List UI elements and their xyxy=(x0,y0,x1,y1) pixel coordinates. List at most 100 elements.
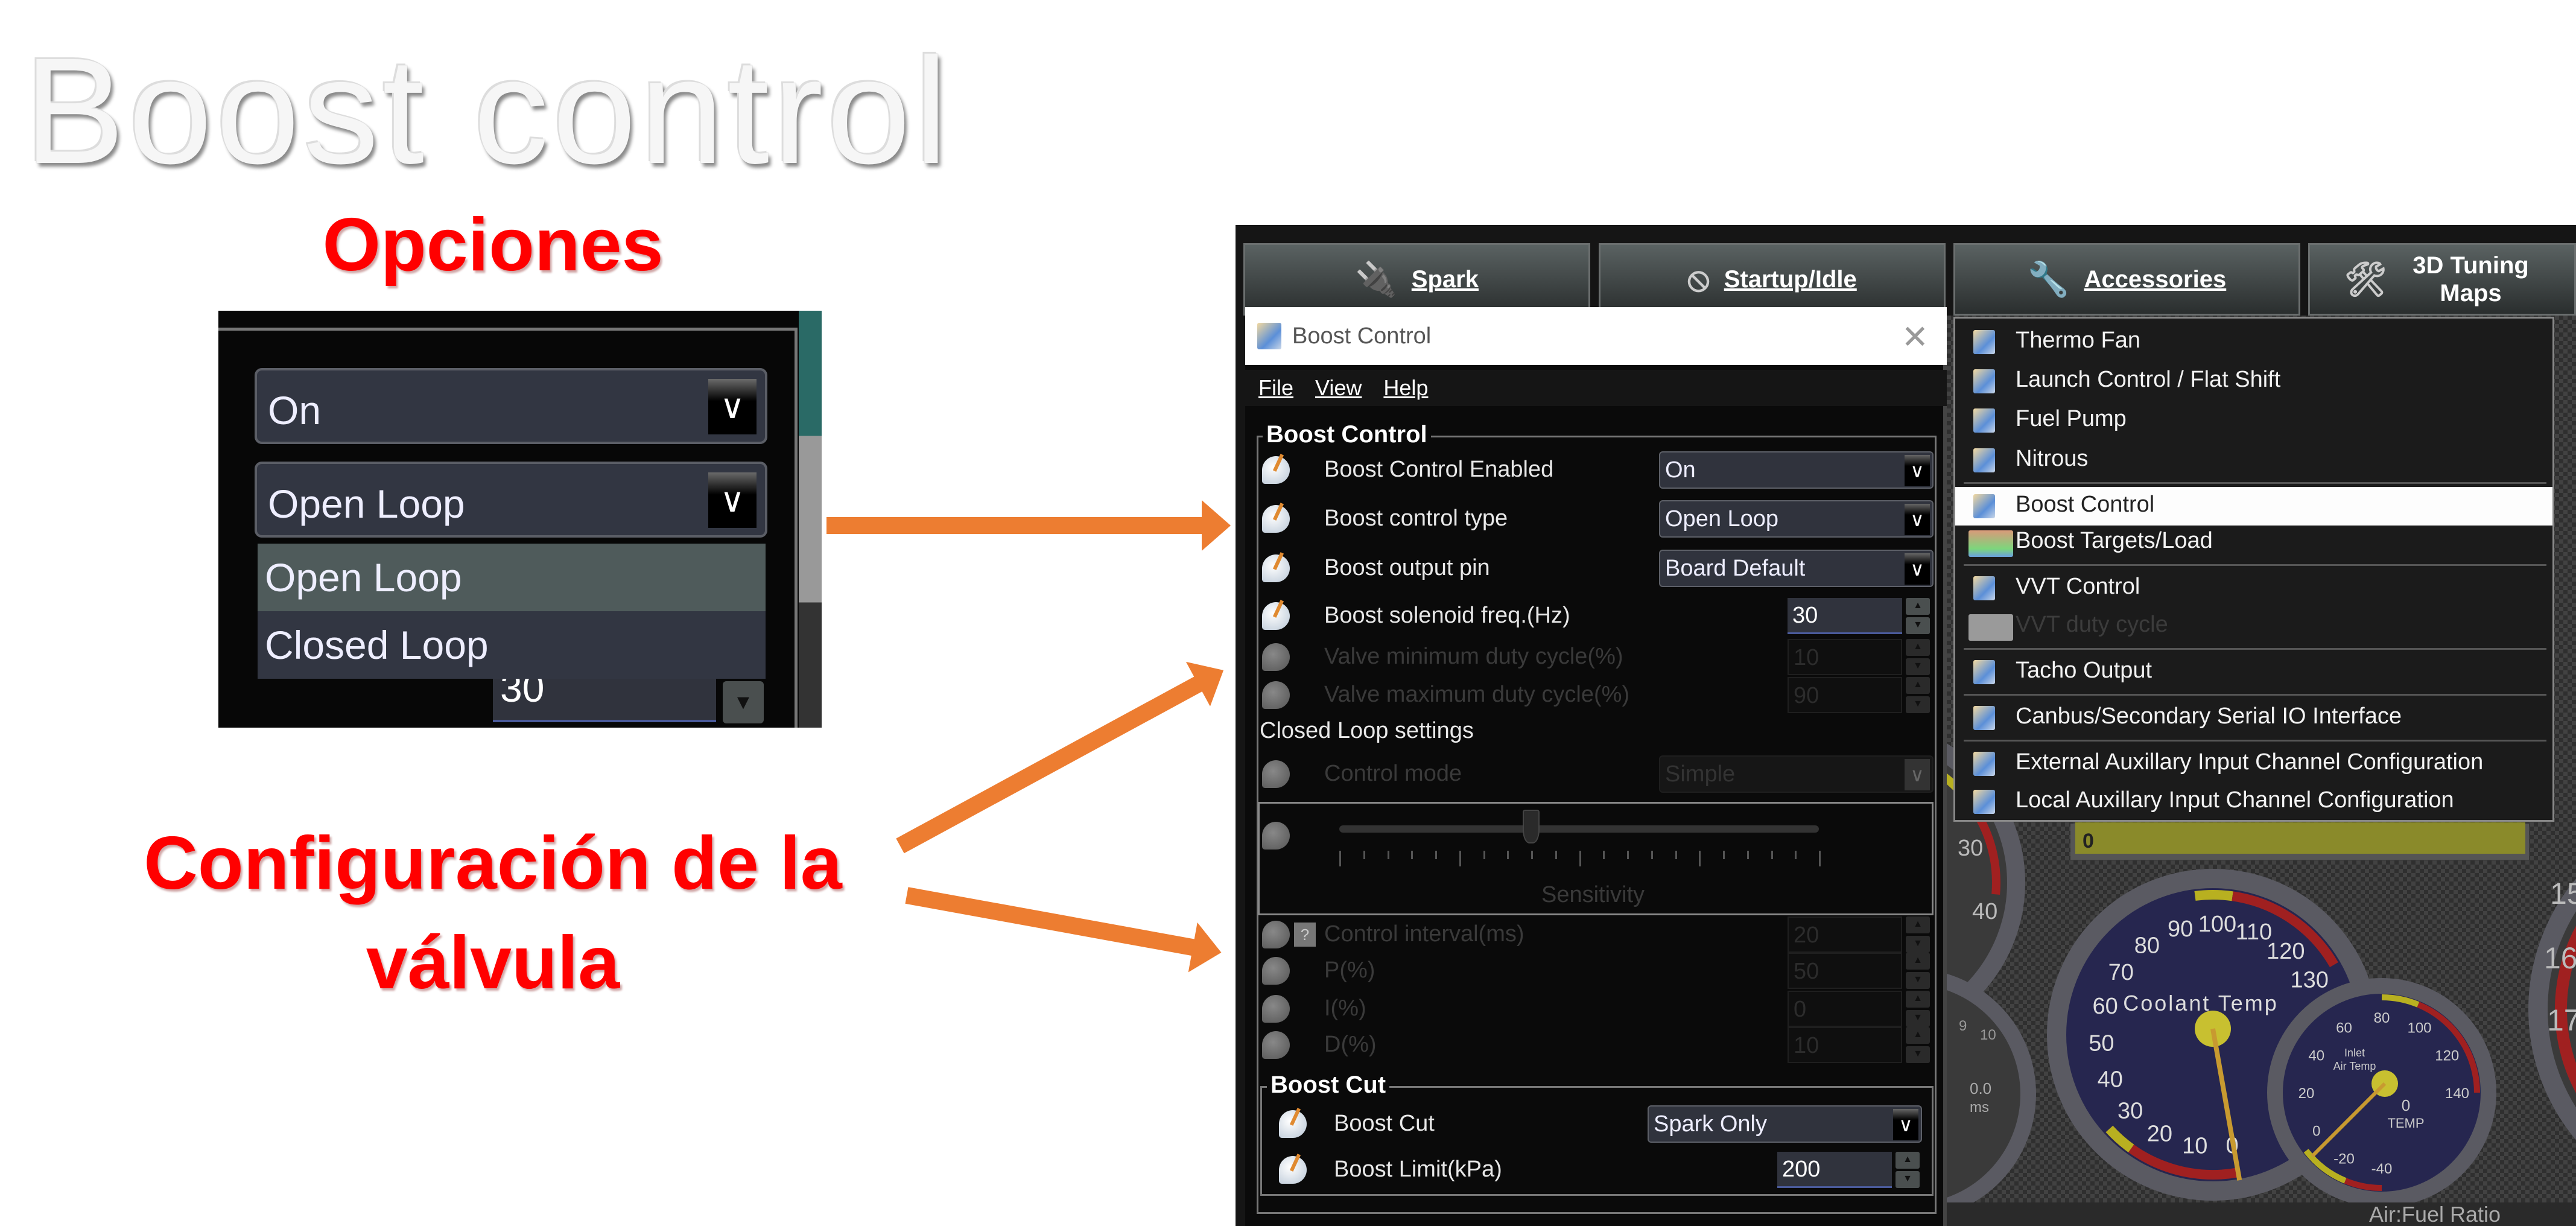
spinner[interactable]: ▲ ▼ xyxy=(1896,1152,1920,1188)
slider-tick xyxy=(1435,851,1437,859)
wrench-gear-icon: 🔧 xyxy=(2027,260,2070,299)
enabled-select[interactable]: On ∨ xyxy=(255,368,767,444)
afr-gauge-tick: 17 xyxy=(2547,1003,2576,1037)
menu-item-thermo-fan[interactable]: Thermo Fan xyxy=(1955,323,2552,361)
spin-down-icon[interactable]: ▼ xyxy=(1896,1171,1920,1188)
row-input[interactable]: 30 xyxy=(1788,598,1902,634)
row-input: 50 xyxy=(1788,953,1902,989)
menu-item-label: External Auxillary Input Channel Configu… xyxy=(2016,749,2484,775)
chevron-down-icon[interactable]: ∨ xyxy=(1905,553,1930,585)
menu-item-local-auxillary-input-channel-configuration[interactable]: Local Auxillary Input Channel Configurat… xyxy=(1955,783,2552,821)
settings-dialog-icon xyxy=(1973,790,1995,814)
option-open-loop[interactable]: Open Loop xyxy=(258,544,766,611)
row-select[interactable]: Board Default ∨ xyxy=(1659,550,1934,587)
toolbar-button-label: 3D Tuning Maps xyxy=(2413,252,2529,306)
spin-up-icon: ▲ xyxy=(1906,953,1930,970)
menu-file[interactable]: File xyxy=(1258,375,1293,401)
row-label: I(%) xyxy=(1324,996,1366,1021)
enabled-value: On xyxy=(268,388,322,433)
menu-item-boost-targets-load[interactable]: Boost Targets/Load xyxy=(1955,523,2552,562)
spin-up-icon[interactable]: ▲ xyxy=(1906,598,1930,615)
options-inset: On ∨ Open Loop ∨ Open Loop Closed Loop 30 … xyxy=(218,311,822,728)
type-value: Open Loop xyxy=(268,481,465,526)
inlet-tick: 120 xyxy=(2435,1048,2459,1064)
select-value: Simple xyxy=(1665,761,1736,787)
spark-plug-icon: 🔌 xyxy=(1355,260,1397,299)
slider-tick xyxy=(1483,851,1485,859)
toolbar-button-startup-idle[interactable]: ⦸ Startup/Idle xyxy=(1599,243,1946,316)
row-select[interactable]: Open Loop ∨ xyxy=(1659,500,1934,538)
edit-note-icon xyxy=(1262,602,1290,630)
boost-limit-input[interactable]: 200 xyxy=(1777,1152,1892,1188)
slider-tick xyxy=(1746,851,1749,859)
slider-tick xyxy=(1387,851,1389,859)
throttle-icon: ⦸ xyxy=(1687,259,1710,299)
type-select[interactable]: Open Loop ∨ xyxy=(255,462,767,538)
menu-item-boost-control[interactable]: Boost Control xyxy=(1955,487,2552,526)
row-label: Control interval(ms) xyxy=(1324,921,1524,947)
menu-item-launch-control-flat-shift[interactable]: Launch Control / Flat Shift xyxy=(1955,362,2552,401)
menu-item-external-auxillary-input-channel-configuration[interactable]: External Auxillary Input Channel Configu… xyxy=(1955,745,2552,783)
select-value: On xyxy=(1665,457,1696,483)
arrow-valve-upper xyxy=(896,674,1207,854)
menu-item-vvt-control[interactable]: VVT Control xyxy=(1955,569,2552,608)
spin-down-icon[interactable]: ▼ xyxy=(1906,617,1930,634)
chevron-down-icon[interactable]: ∨ xyxy=(1905,455,1930,486)
spinner: ▲ ▼ xyxy=(1906,916,1930,953)
chevron-down-icon[interactable]: ∨ xyxy=(1905,504,1930,535)
spin-up-icon[interactable]: ▲ xyxy=(1896,1152,1920,1169)
row-label: Valve maximum duty cycle(%) xyxy=(1324,682,1630,707)
spin-down-icon: ▼ xyxy=(1906,658,1930,675)
settings-dialog-icon xyxy=(1973,576,1995,600)
spinner: ▲ ▼ xyxy=(1906,639,1930,675)
slider-tick xyxy=(1795,851,1797,859)
boost-cut-select[interactable]: Spark Only ∨ xyxy=(1648,1105,1922,1143)
toolbar-button-label: Spark xyxy=(1411,265,1479,293)
spin-up-icon: ▲ xyxy=(1906,639,1930,656)
row-select: Simple ∨ xyxy=(1659,755,1934,793)
toolbar-button-spark[interactable]: 🔌 Spark xyxy=(1243,243,1590,316)
settings-dialog-icon xyxy=(1973,448,1995,472)
coolant-tick: 90 xyxy=(2168,916,2193,942)
chevron-down-icon[interactable]: ∨ xyxy=(1893,1109,1918,1140)
row-label: Boost Limit(kPa) xyxy=(1334,1157,1502,1182)
menu-item-tacho-output[interactable]: Tacho Output xyxy=(1955,653,2552,691)
chevron-down-icon[interactable]: ∨ xyxy=(708,379,757,434)
dialog-title: Boost Control xyxy=(1292,323,1432,349)
option-closed-loop[interactable]: Closed Loop xyxy=(258,611,766,679)
dialog-titlebar: Boost Control ✕ xyxy=(1245,307,1947,365)
coolant-tick: 70 xyxy=(2108,960,2134,985)
settings-dialog-icon xyxy=(1973,330,1995,354)
sensitivity-thumb[interactable] xyxy=(1523,810,1540,843)
spin-down-icon: ▼ xyxy=(1906,1046,1930,1063)
chevron-down-icon[interactable]: ∨ xyxy=(708,472,757,528)
close-icon[interactable]: ✕ xyxy=(1902,318,1929,356)
slider-tick xyxy=(1603,851,1605,859)
edit-note-icon xyxy=(1262,822,1290,850)
slider-tick xyxy=(1531,851,1533,859)
menu-help[interactable]: Help xyxy=(1383,375,1428,401)
spin-down-icon: ▼ xyxy=(1906,1010,1930,1027)
row-input: 90 xyxy=(1788,677,1902,713)
background-strip xyxy=(799,311,822,728)
menu-item-fuel-pump[interactable]: Fuel Pump xyxy=(1955,401,2552,440)
divider xyxy=(795,328,798,728)
left-gauge-tick: 40 xyxy=(1972,899,1997,924)
freq-input[interactable]: 30 xyxy=(493,679,716,722)
spin-down-icon[interactable]: ▼ xyxy=(723,681,764,723)
menu-item-canbus-secondary-serial-io-interface[interactable]: Canbus/Secondary Serial IO Interface xyxy=(1955,699,2552,737)
options-heading: Opciones xyxy=(322,203,664,287)
toolbar-button-3d-tuning-maps[interactable]: 🛠 3D Tuning Maps xyxy=(2308,243,2576,316)
toolbar-button-accessories[interactable]: 🔧 Accessories xyxy=(1953,243,2300,316)
menu-view[interactable]: View xyxy=(1315,375,1362,401)
inlet-tick: 140 xyxy=(2445,1085,2469,1102)
sensitivity-label: Sensitivity xyxy=(1541,882,1645,907)
menu-item-nitrous[interactable]: Nitrous xyxy=(1955,441,2552,480)
value-bar xyxy=(2075,822,2525,854)
help-icon[interactable]: ? xyxy=(1294,923,1316,947)
spinner[interactable]: ▲ ▼ xyxy=(1906,598,1930,634)
menu-item-label: Fuel Pump xyxy=(2016,406,2127,431)
row-select[interactable]: On ∨ xyxy=(1659,451,1934,489)
coolant-tick: 100 xyxy=(2198,912,2236,937)
valve-heading-line1: Configuración de la xyxy=(144,822,842,905)
